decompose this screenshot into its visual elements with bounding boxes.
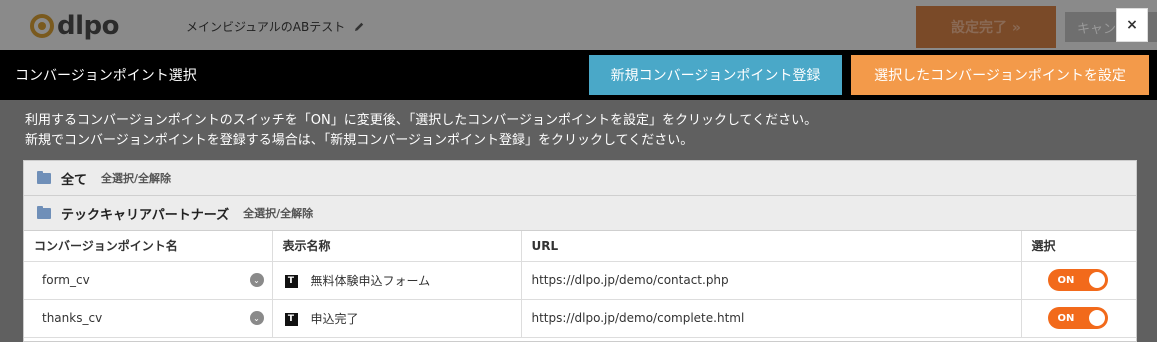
table-header-row: コンバージョンポイント名 表示名称 URL 選択 xyxy=(24,231,1136,262)
folder-icon xyxy=(37,170,51,184)
column-header: URL xyxy=(521,231,1022,262)
test-name-label: メインビジュアルのABテスト xyxy=(186,20,346,34)
cv-name-cell: form_cv ⌄ xyxy=(42,273,272,287)
modal-body: 利用するコンバージョンポイントのスイッチを「ON」に変更後、「選択したコンバージ… xyxy=(0,100,1157,342)
column-header: 表示名称 xyxy=(272,231,522,262)
url-cell: https://dlpo.jp/demo/contact.php xyxy=(521,261,1022,300)
text-icon: T xyxy=(284,312,298,326)
chevron-down-icon[interactable]: ⌄ xyxy=(249,273,264,287)
toggle-label: ON xyxy=(1057,274,1075,286)
display-name: 申込完了 xyxy=(310,311,359,326)
group-label: テックキャリアパートナーズ xyxy=(61,207,230,223)
select-cell: ON xyxy=(1021,299,1136,338)
table-row: form_cv ⌄ T 無料体験申込フォーム https://dlpo.jp/de… xyxy=(24,261,1136,300)
conversion-table: コンバージョンポイント名 表示名称 URL 選択 form_cv ⌄ T無料体 xyxy=(24,231,1136,338)
conversion-panel: 全て 全選択/全解除 テックキャリアパートナーズ 全選択/全解除 コンバージョン… xyxy=(23,160,1137,342)
logo-text: dlpo xyxy=(57,11,120,41)
cv-name: thanks_cv xyxy=(42,311,103,325)
select-all-toggle[interactable]: 全選択/全解除 xyxy=(101,170,171,186)
on-off-toggle[interactable]: ON xyxy=(1047,307,1108,329)
group-row-all: 全て 全選択/全解除 xyxy=(24,161,1136,196)
column-header: コンバージョンポイント名 xyxy=(24,231,273,262)
cv-name-cell: thanks_cv ⌄ xyxy=(42,311,272,325)
toggle-knob xyxy=(1088,310,1105,326)
url-cell: https://dlpo.jp/demo/complete.html xyxy=(521,299,1022,338)
display-name-cell: T 無料体験申込フォーム xyxy=(272,261,522,300)
chevron-down-icon[interactable]: ⌄ xyxy=(249,311,264,325)
done-button[interactable]: 設定完了 » xyxy=(916,6,1056,48)
instruction-line: 新規でコンバージョンポイントを登録する場合は、「新規コンバージョンポイント登録」… xyxy=(25,133,694,148)
logo-icon xyxy=(30,14,54,38)
select-all-toggle[interactable]: 全選択/全解除 xyxy=(243,205,313,221)
display-name: 無料体験申込フォーム xyxy=(310,273,431,288)
instruction-line: 利用するコンバージョンポイントのスイッチを「ON」に変更後、「選択したコンバージ… xyxy=(25,113,818,128)
group-row-partner: テックキャリアパートナーズ 全選択/全解除 xyxy=(24,196,1136,231)
on-off-toggle[interactable]: ON xyxy=(1047,269,1108,291)
table-row: thanks_cv ⌄ T 申込完了 https://dlpo.jp/demo/c… xyxy=(24,299,1136,338)
display-name-cell: T 申込完了 xyxy=(272,299,522,338)
modal-title: コンバージョンポイント選択 xyxy=(15,68,197,84)
folder-open-icon xyxy=(37,205,51,219)
app-header: dlpo メインビジュアルのABテスト 設定完了 » キャンセル xyxy=(0,0,1157,50)
instructions: 利用するコンバージョンポイントのスイッチを「ON」に変更後、「選択したコンバージ… xyxy=(25,111,817,151)
dlpo-logo: dlpo xyxy=(30,11,120,41)
close-button[interactable]: × xyxy=(1116,8,1148,42)
pencil-icon[interactable] xyxy=(353,21,365,33)
cv-name: form_cv xyxy=(42,273,90,287)
text-icon: T xyxy=(284,274,298,288)
toggle-label: ON xyxy=(1057,312,1075,324)
register-conversion-button[interactable]: 新規コンバージョンポイント登録 xyxy=(589,55,842,95)
toggle-knob xyxy=(1088,272,1105,288)
test-name: メインビジュアルのABテスト xyxy=(186,18,365,35)
select-cell: ON xyxy=(1021,261,1136,300)
set-selected-conversion-button[interactable]: 選択したコンバージョンポイントを設定 xyxy=(851,55,1149,95)
group-label: 全て xyxy=(61,172,88,188)
column-header: 選択 xyxy=(1021,231,1136,262)
